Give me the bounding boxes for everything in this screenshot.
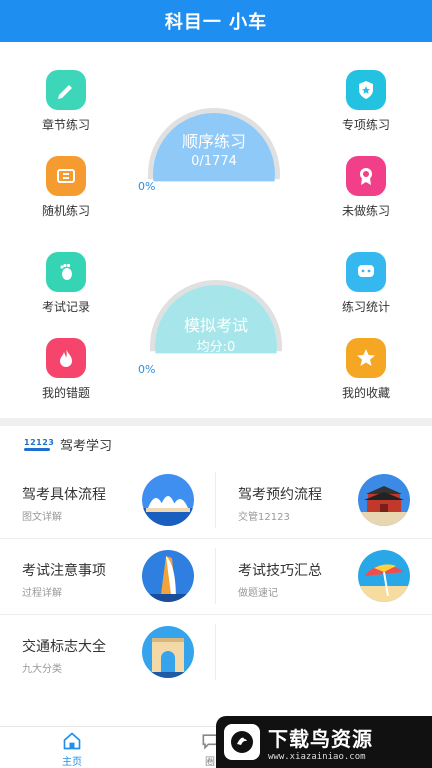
sequential-percent: 0%	[138, 180, 156, 193]
flame-icon	[46, 338, 86, 378]
study-card-appointment[interactable]: 驾考预约流程 交管12123	[216, 462, 432, 538]
my-favorites-label: 我的收藏	[341, 386, 390, 400]
grid-line	[215, 472, 216, 528]
my-mistakes-label: 我的错题	[41, 386, 90, 400]
my-favorites-button[interactable]: 我的收藏	[326, 338, 406, 401]
undone-practice-label: 未做练习	[341, 204, 390, 218]
opera-house-icon	[142, 474, 194, 526]
watermark-title: 下载鸟资源	[268, 726, 373, 751]
shield-star-icon	[346, 70, 386, 110]
card-subtitle: 图文详解	[22, 512, 62, 523]
page-title: 科目一 小车	[164, 12, 268, 33]
study-card-exam-process[interactable]: 驾考具体流程 图文详解	[0, 462, 216, 538]
undone-practice-button[interactable]: 未做练习	[326, 156, 406, 219]
grid-line	[215, 624, 216, 680]
ticket-icon	[46, 156, 86, 196]
card-subtitle: 九大分类	[22, 664, 62, 675]
practice-panel: 章节练习 随机练习 考试记录 我的错题 专项练习 未做练习 练习统计 我的收藏 …	[0, 42, 432, 418]
random-practice-label: 随机练习	[41, 204, 90, 218]
study-card-exam-notes[interactable]: 考试注意事项 过程详解	[0, 538, 216, 614]
beach-umbrella-icon	[358, 550, 410, 602]
section-divider	[0, 418, 432, 426]
section-badge: 12123	[24, 437, 55, 447]
card-title: 驾考具体流程	[22, 487, 106, 503]
grid-line	[215, 548, 216, 604]
tab-circle-label: 圈	[205, 757, 215, 768]
tab-home[interactable]: 主页	[42, 731, 102, 768]
ribbon-icon	[346, 156, 386, 196]
arch-icon	[142, 626, 194, 678]
special-practice-button[interactable]: 专项练习	[326, 70, 406, 133]
special-practice-label: 专项练习	[341, 118, 390, 132]
practice-stats-label: 练习统计	[341, 300, 390, 314]
section-title: 驾考学习	[60, 438, 113, 454]
chapter-practice-label: 章节练习	[41, 118, 90, 132]
home-icon	[63, 732, 81, 750]
random-practice-button[interactable]: 随机练习	[26, 156, 106, 219]
mock-exam-avg: 均分:0	[196, 340, 236, 355]
star-icon	[346, 338, 386, 378]
card-title: 交通标志大全	[22, 639, 106, 655]
card-title: 驾考预约流程	[238, 487, 322, 503]
sequential-practice-dial[interactable]: 顺序练习 0/1774	[148, 108, 280, 182]
footprint-icon	[46, 252, 86, 292]
practice-stats-button[interactable]: 练习统计	[326, 252, 406, 315]
sequential-practice-progress: 0/1774	[191, 154, 237, 169]
study-card-exam-tips[interactable]: 考试技巧汇总 做题速记	[216, 538, 432, 614]
exam-record-label: 考试记录	[41, 300, 90, 314]
study-card-traffic-signs[interactable]: 交通标志大全 九大分类	[0, 614, 216, 690]
pencil-icon	[46, 70, 86, 110]
card-subtitle: 做题速记	[238, 588, 278, 599]
chat-bubble-icon	[346, 252, 386, 292]
card-subtitle: 交管12123	[238, 512, 290, 523]
exam-record-button[interactable]: 考试记录	[26, 252, 106, 315]
sequential-practice-title: 顺序练习	[181, 132, 246, 151]
chapter-practice-button[interactable]: 章节练习	[26, 70, 106, 133]
tower-icon	[142, 550, 194, 602]
grid-line	[0, 614, 432, 615]
bird-logo-icon	[224, 724, 260, 760]
grid-line	[0, 538, 432, 539]
tab-home-label: 主页	[62, 757, 82, 768]
card-title: 考试技巧汇总	[238, 563, 322, 579]
study-section-header: 12123 驾考学习	[0, 426, 432, 462]
mock-exam-title: 模拟考试	[183, 316, 248, 335]
mock-percent: 0%	[138, 363, 156, 376]
palace-gate-icon	[358, 474, 410, 526]
title-bar: 科目一 小车	[0, 0, 432, 42]
mock-exam-dial[interactable]: 模拟考试 均分:0	[150, 280, 282, 355]
card-title: 考试注意事项	[22, 563, 106, 579]
my-mistakes-button[interactable]: 我的错题	[26, 338, 106, 401]
12123-logo: 12123	[24, 435, 55, 453]
card-subtitle: 过程详解	[22, 588, 62, 599]
watermark-url: www.xiazainiao.com	[268, 751, 366, 762]
watermark-overlay: 下载鸟资源 www.xiazainiao.com	[216, 716, 432, 768]
